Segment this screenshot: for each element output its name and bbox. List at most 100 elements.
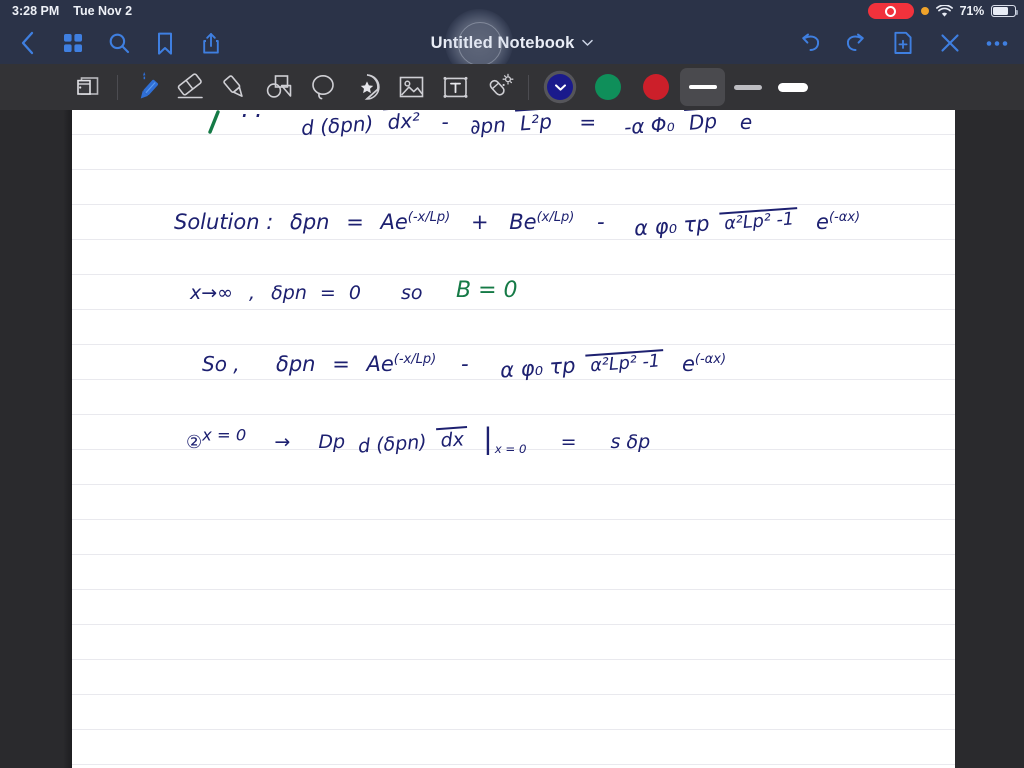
navigation-bar: Untitled Notebook — [0, 9, 1024, 77]
shapes-icon — [266, 75, 292, 98]
nav-right-group — [796, 30, 1010, 56]
line1-term-den: L²p — [515, 110, 557, 136]
eraser-icon — [177, 73, 203, 99]
line4-t3-base: e — [681, 352, 695, 376]
color-green-slot — [584, 68, 632, 106]
line4-frac-den: α²Lp² -1 — [585, 349, 665, 377]
tool-bar — [0, 64, 1024, 110]
line1-term-num: ∂pn — [469, 111, 507, 139]
stroke-medium[interactable] — [725, 68, 770, 106]
handwritten-notes: ·· d (δpn) dx² - ∂pn L²p = -α Φ₀ Dp e So… — [72, 110, 955, 768]
color-red[interactable] — [643, 74, 669, 100]
battery-percent-label: 71% — [959, 4, 985, 18]
lasso-tool[interactable] — [301, 68, 345, 106]
line3-so: so — [401, 282, 423, 304]
bookmark-button[interactable] — [152, 30, 178, 56]
line3-condition: x→∞ — [190, 282, 233, 304]
note-line0-dots: ·· — [240, 110, 268, 130]
line4-frac-num: α φ₀ τp — [499, 353, 577, 383]
text-tool[interactable] — [433, 68, 477, 106]
magic-tool[interactable] — [477, 68, 521, 106]
line2-frac-den: α²Lp² -1 — [719, 207, 799, 235]
stroke-thin[interactable] — [680, 68, 725, 106]
line2-frac-num: α φ₀ τp — [633, 211, 711, 241]
line5-arrow: → — [274, 431, 291, 453]
line2-t1-base: Ae — [380, 210, 408, 234]
line4-fraction: α φ₀ τp α²Lp² -1 — [496, 347, 665, 383]
redo-button[interactable] — [843, 30, 869, 56]
line3-value: 0 — [348, 282, 361, 304]
note-line4: δpn = Ae(-x/Lp) - α φ₀ τp α²Lp² -1 e(-αx… — [276, 349, 726, 383]
line2-t3-exponent: (-αx) — [828, 210, 861, 225]
color-navy[interactable] — [547, 74, 573, 100]
page-title: Untitled Notebook — [430, 33, 575, 52]
share-icon — [203, 32, 219, 54]
line1-minus: - — [441, 110, 449, 134]
search-button[interactable] — [106, 30, 132, 56]
line5-rhs: s δp — [610, 431, 651, 453]
note-line2: δpn = Ae(-x/Lp) + Be(x/Lp) - α φ₀ τp α²L… — [290, 207, 861, 241]
page-layout-icon — [77, 77, 99, 95]
text-box-icon — [443, 76, 467, 98]
line2-fraction: α φ₀ τp α²Lp² -1 — [630, 205, 799, 241]
line2-t2-exponent: (x/Lp) — [536, 210, 575, 225]
line5-derivative-fraction: d (δpn) dx — [353, 425, 469, 458]
line1-rhs-fraction: -α Φ₀ Dp — [619, 110, 722, 139]
undo-arrow-icon — [801, 33, 819, 51]
screen-recording-indicator[interactable] — [867, 3, 914, 19]
undo-button[interactable] — [796, 30, 822, 56]
close-x-icon — [941, 34, 959, 52]
color-green[interactable] — [595, 74, 621, 100]
line2-plus: + — [470, 210, 489, 234]
notebook-page[interactable]: ·· d (δpn) dx² - ∂pn L²p = -α Φ₀ Dp e So… — [72, 110, 955, 768]
lasso-icon — [312, 75, 334, 100]
line2-equals: = — [346, 210, 364, 234]
shapes-tool[interactable] — [257, 68, 301, 106]
note-line3: x→∞ , δpn = 0 so — [190, 282, 423, 304]
page-layout-tool[interactable] — [66, 68, 110, 106]
pen-tool[interactable] — [125, 68, 169, 106]
redo-arrow-icon — [846, 33, 864, 51]
line2-t2-base: Be — [509, 210, 537, 234]
line1-rhs-den: Dp — [683, 110, 722, 135]
line2-lhs: δpn — [290, 210, 330, 234]
magic-wand-icon — [489, 73, 514, 96]
line1-lhs-den: dx² — [382, 110, 425, 134]
sticker-tool[interactable] — [345, 68, 389, 106]
line5-eval-bar: | — [483, 422, 493, 455]
recording-ring-icon — [885, 5, 897, 17]
note-line1: d (δpn) dx² - ∂pn L²p = -α Φ₀ Dp e — [294, 110, 752, 140]
note-line3-result: B = 0 — [456, 278, 518, 303]
back-button[interactable] — [14, 30, 40, 56]
notebook-canvas[interactable]: ·· d (δpn) dx² - ∂pn L²p = -α Φ₀ Dp e So… — [0, 110, 1024, 768]
more-options-button[interactable] — [984, 30, 1010, 56]
page-grid-button[interactable] — [60, 30, 86, 56]
stroke-thin-bar — [688, 85, 717, 89]
notebook-title-button[interactable]: Untitled Notebook — [431, 34, 594, 53]
add-page-button[interactable] — [890, 30, 916, 56]
line2-t3-base: e — [816, 210, 829, 234]
status-date: Tue Nov 2 — [73, 4, 133, 18]
highlighter-tool[interactable] — [213, 68, 257, 106]
note-line2-label: Solution : — [174, 210, 274, 234]
image-tool[interactable] — [389, 68, 433, 106]
wifi-icon — [935, 4, 953, 17]
line2-t1-exponent: (-x/Lp) — [407, 210, 451, 225]
orange-privacy-dot-icon — [920, 7, 929, 15]
eraser-tool[interactable] — [169, 68, 213, 106]
line5-marker: ② — [186, 432, 203, 453]
line4-minus: - — [460, 352, 469, 376]
line4-t1-base: Ae — [366, 352, 394, 376]
stroke-medium-bar — [733, 84, 762, 90]
chevron-down-icon — [554, 83, 566, 91]
line1-equals: = — [579, 110, 597, 134]
document-plus-icon — [894, 31, 912, 54]
close-button[interactable] — [937, 30, 963, 56]
image-icon — [399, 76, 423, 98]
stroke-thick[interactable] — [770, 68, 815, 106]
share-button[interactable] — [198, 30, 224, 56]
search-icon — [109, 33, 130, 54]
line5-condition: x = 0 — [202, 425, 247, 445]
line5-equals: = — [560, 431, 577, 453]
status-bar-right: 71% — [867, 3, 1019, 19]
